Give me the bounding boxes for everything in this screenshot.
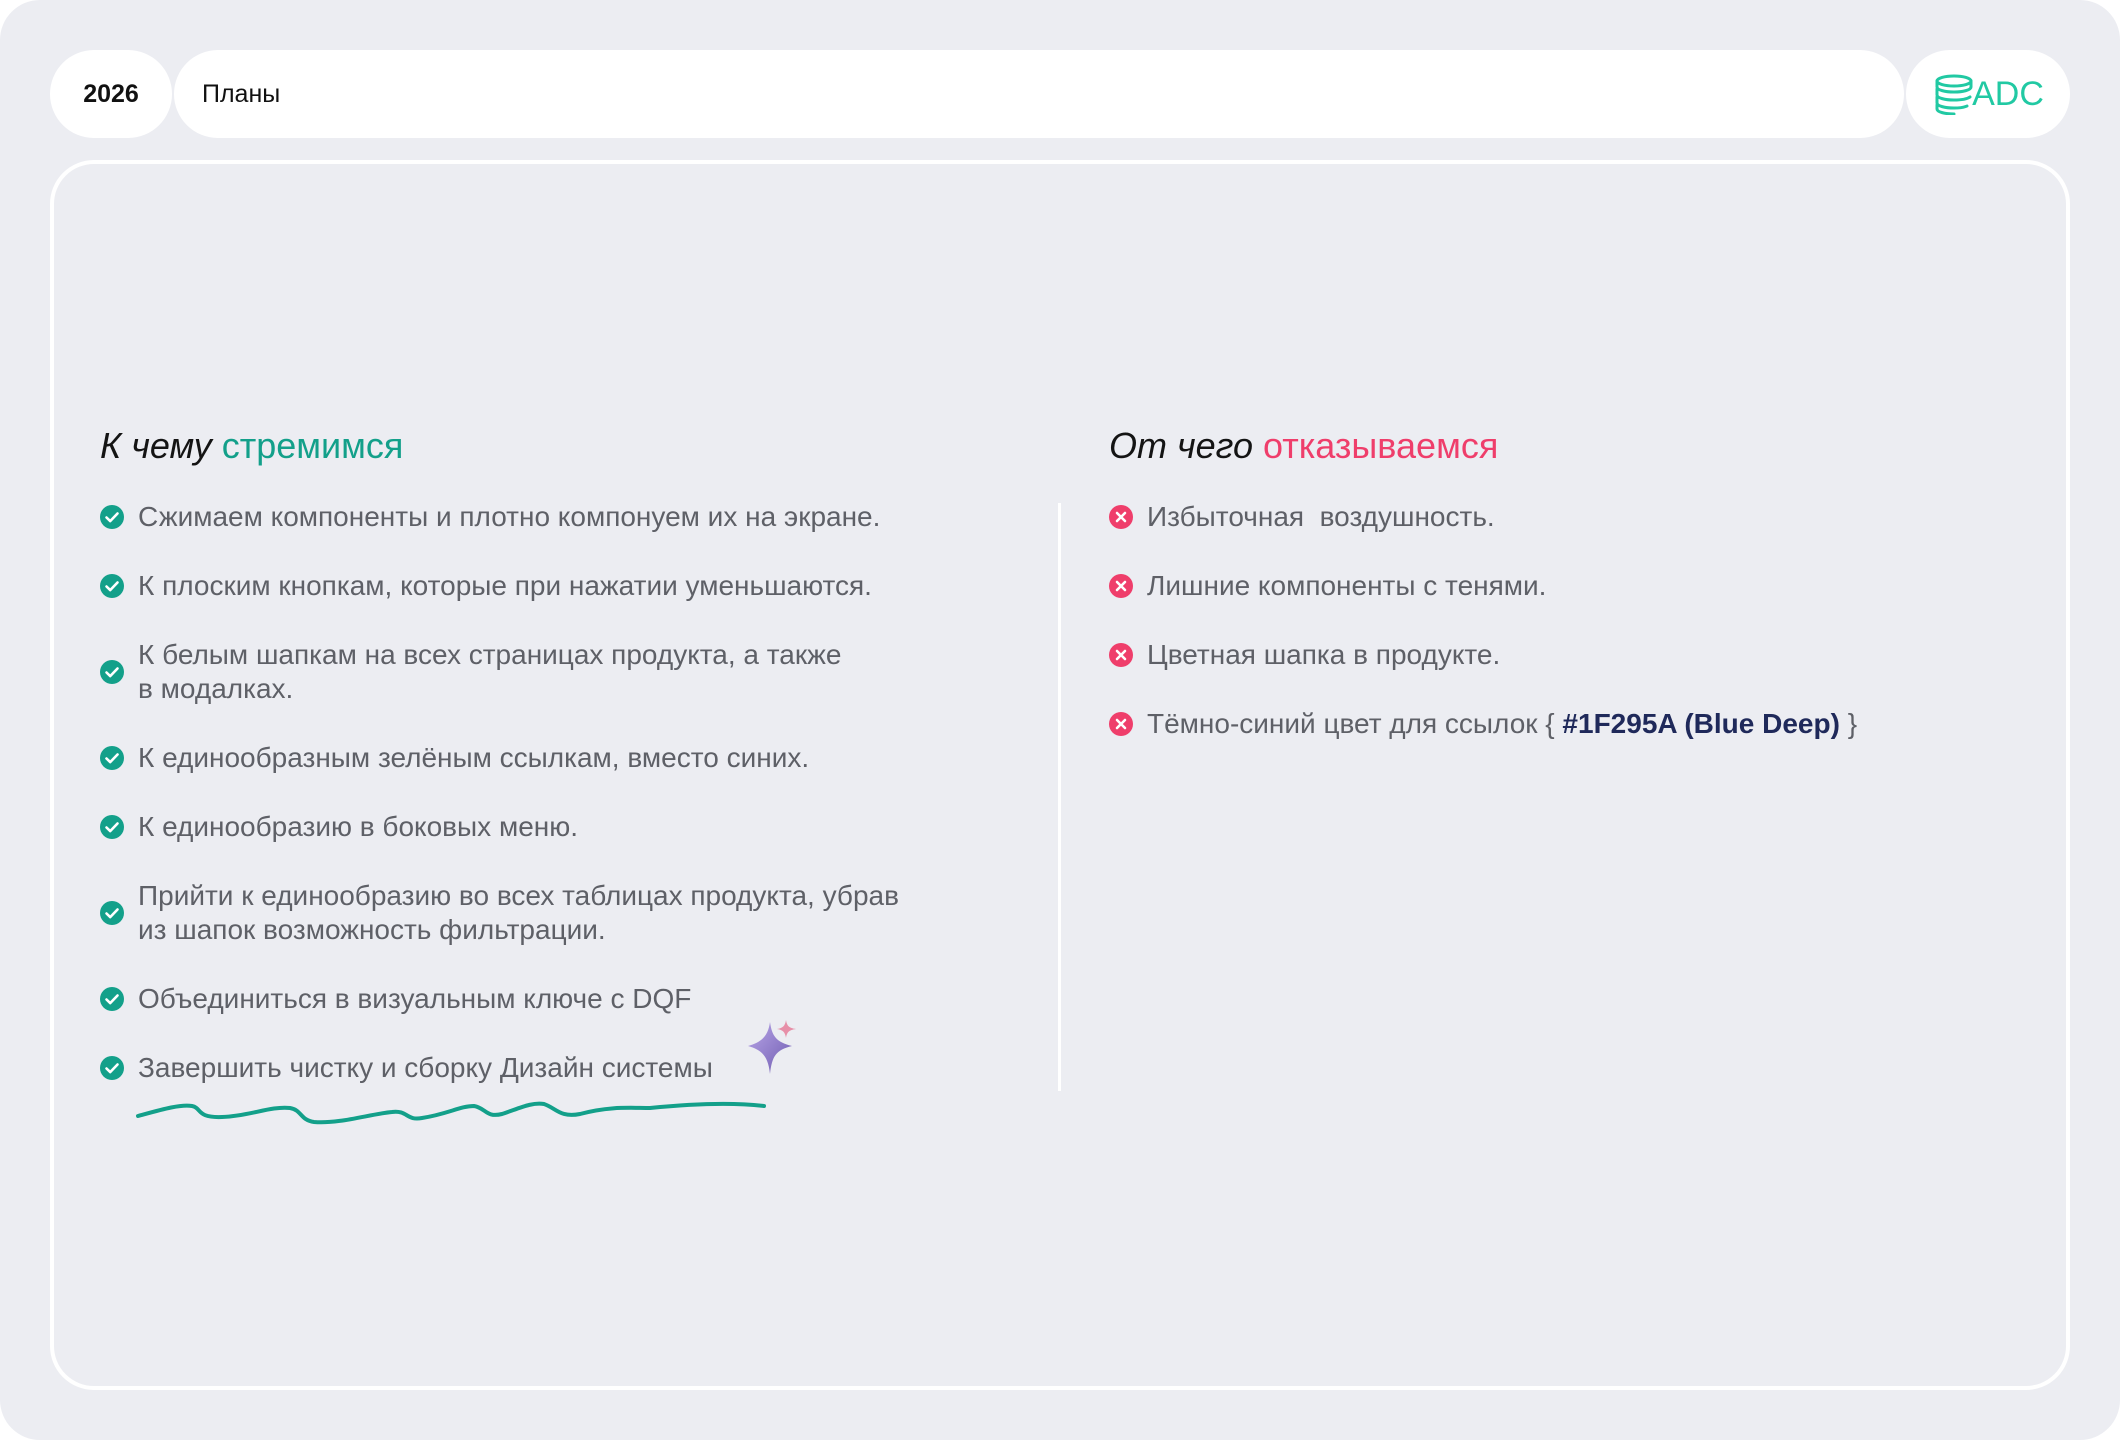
underline-squiggle [136, 1101, 766, 1125]
x-circle-icon [1109, 712, 1133, 736]
list-item: К единообразным зелёным ссылкам, вместо … [100, 741, 899, 775]
list-item-text: Завершить чистку и сборку Дизайн системы [138, 1052, 713, 1083]
check-circle-icon [100, 987, 124, 1011]
list-item: Прийти к единообразию во всех таблицах п… [100, 879, 899, 947]
list-item: К плоским кнопкам, которые при нажатии у… [100, 569, 899, 603]
list-item: К единообразию в боковых меню. [100, 810, 899, 844]
year-label: 2026 [83, 79, 139, 108]
check-circle-icon [100, 1056, 124, 1080]
adc-logo-icon [1935, 74, 1973, 115]
check-circle-icon [100, 815, 124, 839]
list-item: Избыточная воздушность. [1109, 500, 1857, 534]
list-item: К белым шапкам на всех страницах продукт… [100, 638, 899, 706]
sparkle-icon [748, 1020, 796, 1074]
right-title-accent: отказываемся [1263, 425, 1499, 466]
check-circle-icon [100, 901, 124, 925]
list-item-text: Цветная шапка в продукте. [1147, 639, 1501, 670]
left-column-title: К чему стремимся [100, 425, 403, 467]
list-item-text: К плоским кнопкам, которые при нажатии у… [138, 570, 872, 601]
list-item-text: Сжимаем компоненты и плотно компонуем их… [138, 501, 881, 532]
check-circle-icon [100, 505, 124, 529]
list-item-text: К белым шапкам на всех страницах продукт… [138, 639, 842, 704]
list-item: Лишние компоненты с тенями. [1109, 569, 1857, 603]
x-circle-icon [1109, 505, 1133, 529]
list-item-text: Избыточная воздушность. [1147, 501, 1495, 532]
list-item: Объединиться в визуальным ключе с DQF [100, 982, 899, 1016]
logo-text: ADC [1972, 74, 2044, 113]
page-title: Планы [202, 79, 281, 108]
list-item-text: К единообразным зелёным ссылкам, вместо … [138, 742, 810, 773]
check-circle-icon [100, 660, 124, 684]
check-circle-icon [100, 746, 124, 770]
left-title-accent: стремимся [221, 425, 404, 466]
x-circle-icon [1109, 643, 1133, 667]
list-item-text: Объединиться в визуальным ключе с DQF [138, 983, 692, 1014]
title-pill: Планы [174, 50, 1904, 138]
list-item-text: Лишние компоненты с тенями. [1147, 570, 1547, 601]
link-color-text-before: Тёмно-синий цвет для ссылок { [1147, 708, 1563, 739]
year-pill: 2026 [50, 50, 172, 138]
slide-frame: 2026 Планы ADC К чему стремимся Сжимаем … [0, 0, 2120, 1440]
list-item-text: Прийти к единообразию во всех таблицах п… [138, 880, 899, 945]
logo-pill: ADC [1906, 50, 2070, 138]
list-item: Тёмно-синий цвет для ссылок { #1F295A (B… [1109, 707, 1857, 741]
column-divider [1058, 503, 1061, 1091]
list-item: Цветная шапка в продукте. [1109, 638, 1857, 672]
list-item: Сжимаем компоненты и плотно компонуем их… [100, 500, 899, 534]
x-circle-icon [1109, 574, 1133, 598]
right-title-prefix: От чего [1109, 425, 1254, 466]
right-column-title: От чего отказываемся [1109, 425, 1498, 467]
check-circle-icon [100, 574, 124, 598]
list-item-text: Тёмно-синий цвет для ссылок { #1F295A (B… [1147, 707, 1857, 741]
link-color-text-after: } [1839, 708, 1858, 739]
hex-color-code: #1F295A (Blue Deep) [1562, 708, 1840, 739]
rejections-list: Избыточная воздушность. Лишние компонент… [1109, 500, 1857, 776]
list-item-text: К единообразию в боковых меню. [138, 811, 579, 842]
left-title-prefix: К чему [100, 425, 212, 466]
